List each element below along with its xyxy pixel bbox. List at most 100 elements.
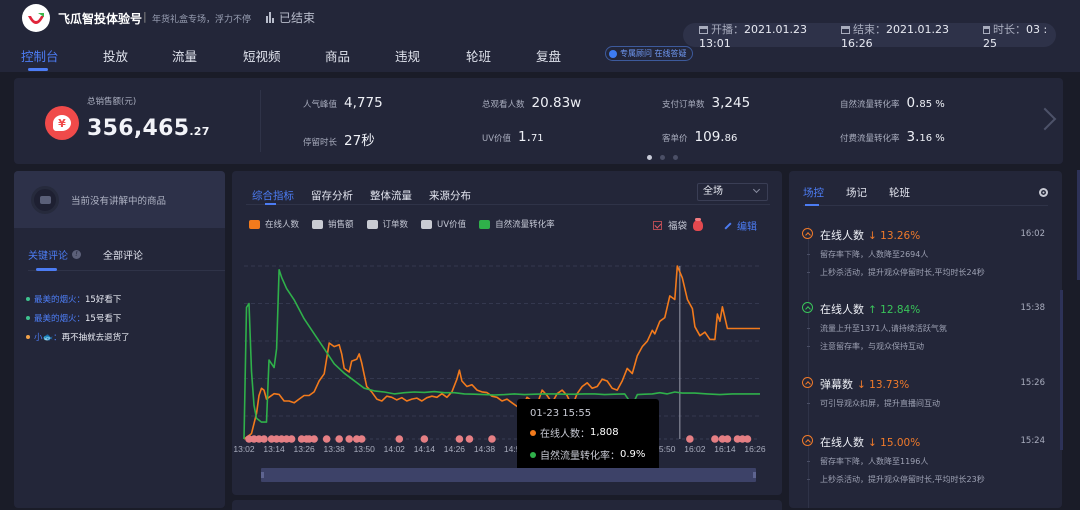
kpi-metric: 人气峰值 4,775 xyxy=(303,95,383,111)
divider xyxy=(28,270,225,271)
control-tab[interactable]: 场控 xyxy=(803,185,824,200)
lucky-bag-marker[interactable] xyxy=(465,435,474,443)
legend-item[interactable]: 在线人数 xyxy=(249,218,299,230)
comment-user[interactable]: 小🐟： xyxy=(34,331,62,343)
nav-tab[interactable]: 流量 xyxy=(172,46,197,65)
gear-icon[interactable] xyxy=(1039,188,1048,197)
x-tick-label: 16:26 xyxy=(744,444,766,454)
chart-tab[interactable]: 整体流量 xyxy=(370,188,412,203)
nav-tab[interactable]: 控制台 xyxy=(21,46,59,65)
lucky-bag-marker[interactable] xyxy=(345,435,354,443)
comment-item: 小🐟： 再不抽就去退货了 xyxy=(26,327,130,346)
comment-text: 再不抽就去退货了 xyxy=(61,332,130,343)
lucky-bag-marker[interactable] xyxy=(310,435,318,443)
chart-zoom-slider[interactable] xyxy=(261,468,756,482)
page-dot[interactable] xyxy=(673,155,678,160)
lucky-bag-marker[interactable] xyxy=(357,435,366,443)
collapse-toggle-icon[interactable] xyxy=(802,228,813,239)
legend-item[interactable]: UV价值 xyxy=(421,218,466,230)
nav-tab[interactable]: 短视频 xyxy=(243,46,281,65)
lucky-bag-icon xyxy=(693,217,704,231)
lucky-bag-marker[interactable] xyxy=(455,435,464,443)
legend-swatch xyxy=(249,219,260,229)
comment-dot xyxy=(26,296,30,301)
comment-item: 最美的烟火： 15好看下 xyxy=(26,289,130,308)
series-line-online-users xyxy=(243,265,760,440)
line-chart[interactable]: 13:02 13:14 13:26 13:38 13:50 14:02 14:14 14:26… xyxy=(232,231,782,471)
x-tick-label: 13:14 xyxy=(263,444,285,454)
live-time-info: 开播：2021.01.23 13:01 结束：2021.01.23 16:26 … xyxy=(683,22,1056,50)
next-panel xyxy=(232,500,782,510)
lucky-bag-toggle[interactable]: 福袋 xyxy=(653,217,704,232)
lucky-bag-marker[interactable] xyxy=(335,435,343,443)
tab-all-comments[interactable]: 全部评论 xyxy=(103,247,143,262)
series-dot xyxy=(530,451,536,458)
nav-tab[interactable]: 轮班 xyxy=(466,46,491,65)
event-note: 可引导观众扣屏，提升直播间互动 xyxy=(807,399,940,408)
calendar-icon xyxy=(699,25,708,34)
collapse-toggle-icon[interactable] xyxy=(802,435,813,446)
event-title: 在线人数 ↓ 13.26% xyxy=(820,229,921,242)
page-dot[interactable] xyxy=(660,155,665,160)
comment-user[interactable]: 最美的烟火： xyxy=(34,312,85,324)
event-change: ↑ 12.84% xyxy=(868,304,921,316)
metric-value: 27秒 xyxy=(344,133,375,149)
event-note: 留存率下降，人数降至2694人 xyxy=(806,250,929,259)
comment-user[interactable]: 最美的烟火： xyxy=(34,293,85,305)
lucky-bag-marker[interactable] xyxy=(686,435,694,443)
tooltip-row-online: 在线人数： 1,808 xyxy=(530,425,659,440)
lucky-bag-marker[interactable] xyxy=(488,435,496,443)
tab-key-comments[interactable]: 关键评论! xyxy=(28,247,81,262)
collapse-toggle-icon[interactable] xyxy=(802,302,813,313)
no-product-text: 当前没有讲解中的商品 xyxy=(71,195,167,207)
series-line-natural-conversion xyxy=(243,269,760,440)
x-tick-label: 13:02 xyxy=(233,444,255,454)
lucky-bag-marker[interactable] xyxy=(322,435,331,443)
x-tick-label: 16:14 xyxy=(714,444,736,454)
chart-tab[interactable]: 来源分布 xyxy=(429,188,471,203)
legend-item[interactable]: 销售额 xyxy=(312,218,354,230)
advisor-button[interactable]: 专属顾问 在线答疑 xyxy=(605,46,693,61)
chart-tab[interactable]: 留存分析 xyxy=(311,188,353,203)
chart-tab[interactable]: 综合指标 xyxy=(252,188,294,203)
chevron-down-icon xyxy=(752,185,761,194)
lucky-bag-marker[interactable] xyxy=(723,435,732,443)
chart-tooltip: 01-23 15:55 在线人数： 1,808 自然流量转化率： 0.9% xyxy=(517,399,659,473)
slider-handle-left[interactable] xyxy=(261,472,264,478)
hourglass-icon xyxy=(982,25,990,34)
nav-tab[interactable]: 商品 xyxy=(325,46,350,65)
lucky-bag-marker[interactable] xyxy=(395,435,404,443)
control-tab[interactable]: 轮班 xyxy=(889,185,910,200)
metric-label: 停留时长 xyxy=(303,138,338,148)
event-note: 上秒杀活动，提升观众停留时长,平均时长23秒 xyxy=(807,475,985,484)
kpi-metric: 自然流量转化率 0.85 % xyxy=(840,95,945,111)
total-sales-label: 总销售额(元) xyxy=(87,97,137,107)
scope-select[interactable]: 全场 xyxy=(697,183,768,201)
metric-label: 客单价 xyxy=(662,134,688,144)
nav-tab[interactable]: 复盘 xyxy=(536,46,561,65)
collapse-toggle-icon[interactable] xyxy=(802,377,813,388)
end-time: 结束：2021.01.23 16:26 xyxy=(840,22,949,50)
next-page-arrow[interactable] xyxy=(1039,108,1053,132)
lucky-bag-marker[interactable] xyxy=(287,435,296,443)
nav-tab[interactable]: 违规 xyxy=(395,46,420,65)
nav-tab[interactable]: 投放 xyxy=(103,46,128,65)
x-tick-label: 14:14 xyxy=(414,444,436,454)
lucky-bag-marker[interactable] xyxy=(743,435,752,443)
legend-item[interactable]: 自然流量转化率 xyxy=(479,218,555,230)
lucky-bag-marker[interactable] xyxy=(420,435,429,443)
control-tab[interactable]: 场记 xyxy=(846,185,867,200)
checkbox-checked[interactable] xyxy=(653,220,662,230)
metric-value: 3.16 % xyxy=(906,129,945,145)
page-dot[interactable] xyxy=(647,155,652,160)
legend-item[interactable]: 订单数 xyxy=(366,218,408,230)
event-change: ↓ 13.26% xyxy=(868,230,921,242)
slider-handle-right[interactable] xyxy=(753,472,756,478)
lucky-bag-marker[interactable] xyxy=(711,435,719,443)
x-tick-label: 14:38 xyxy=(474,444,496,454)
lucky-bag-marker[interactable] xyxy=(260,435,268,443)
info-icon[interactable]: ! xyxy=(72,250,81,259)
metric-value: 20.83w xyxy=(531,95,582,111)
comment-text: 15好看下 xyxy=(85,294,122,305)
panel-scrollbar[interactable] xyxy=(1060,290,1063,450)
